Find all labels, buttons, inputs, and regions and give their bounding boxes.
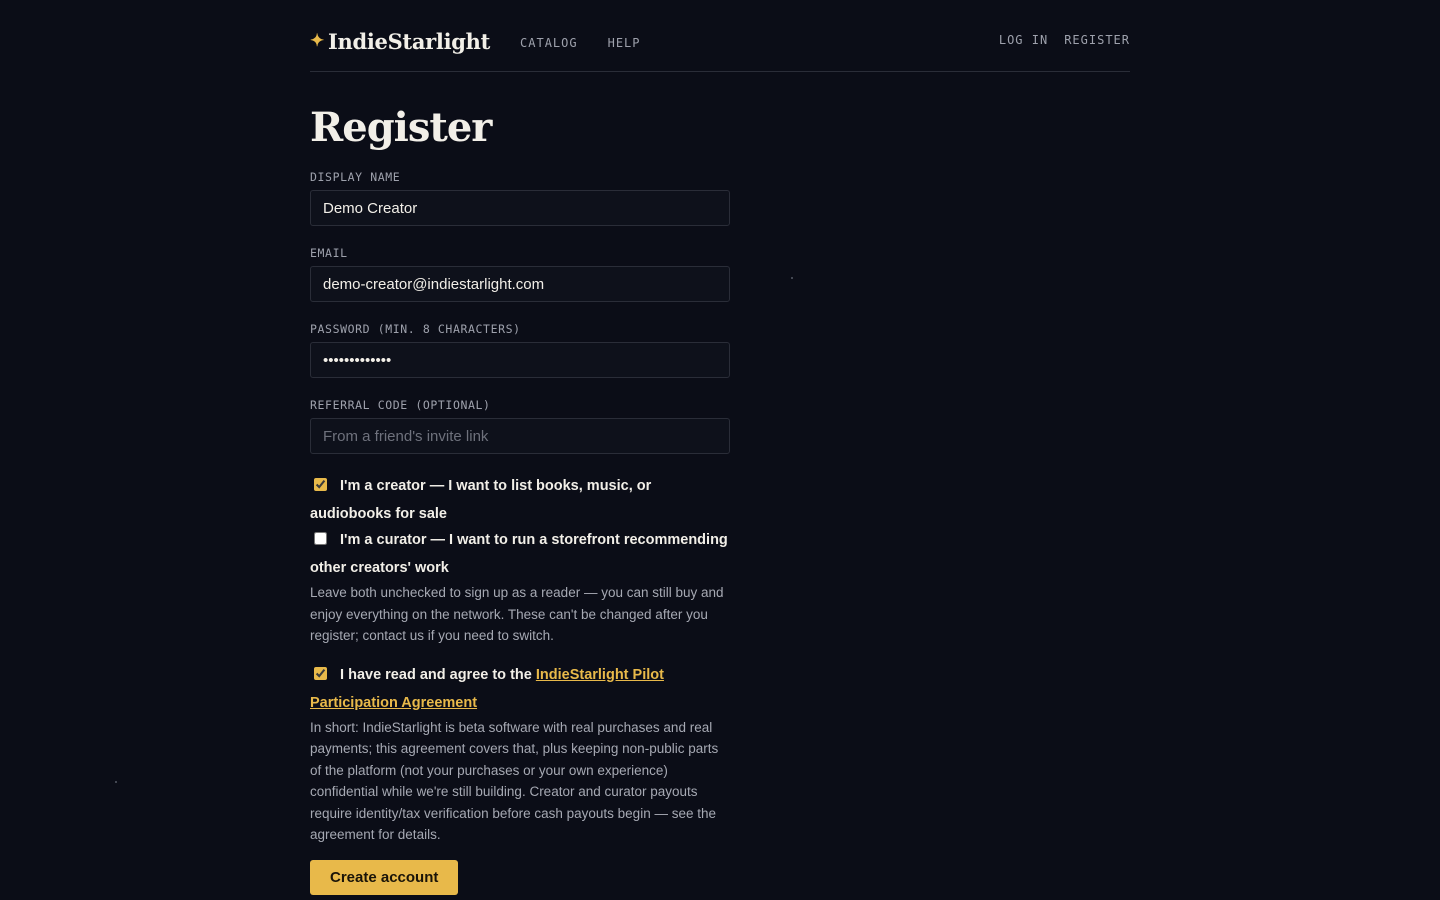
main-nav: CATALOG HELP (520, 36, 670, 50)
nav-catalog-link[interactable]: CATALOG (520, 36, 578, 50)
site-header: ✦ IndieStarlight CATALOG HELP LOG IN REG… (310, 26, 1130, 72)
brand-name: IndieStarlight (327, 28, 491, 54)
decorative-dot (115, 781, 117, 783)
password-input[interactable] (310, 342, 730, 378)
agree-checkbox[interactable] (314, 666, 327, 680)
referral-input[interactable] (310, 418, 730, 454)
agree-label-prefix: I have read and agree to the (340, 666, 536, 683)
auth-nav: LOG IN REGISTER (999, 33, 1130, 47)
creator-check-row: I'm a creator — I want to list books, mu… (310, 472, 730, 528)
referral-group: REFERRAL CODE (OPTIONAL) (310, 398, 730, 454)
agree-check-row: I have read and agree to the IndieStarli… (310, 661, 730, 717)
email-input[interactable] (310, 266, 730, 302)
display-name-group: DISPLAY NAME (310, 170, 730, 226)
email-group: EMAIL (310, 246, 730, 302)
curator-checkbox[interactable] (314, 532, 327, 545)
display-name-label: DISPLAY NAME (310, 170, 401, 184)
creator-checkbox[interactable] (314, 478, 327, 491)
brand-logo[interactable]: ✦ IndieStarlight (310, 29, 490, 54)
star-icon: ✦ (310, 30, 324, 51)
curator-check-row: I'm a curator — I want to run a storefro… (310, 526, 730, 582)
password-group: PASSWORD (MIN. 8 CHARACTERS) (310, 322, 730, 378)
creator-check-label[interactable]: I'm a creator — I want to list books, mu… (310, 478, 651, 522)
register-form: DISPLAY NAME EMAIL PASSWORD (MIN. 8 CHAR… (310, 170, 730, 895)
role-help-text: Leave both unchecked to sign up as a rea… (310, 585, 724, 643)
create-account-button[interactable]: Create account (310, 859, 459, 895)
terms-help-text: In short: IndieStarlight is beta softwar… (310, 719, 719, 843)
email-label: EMAIL (310, 246, 348, 260)
page-title: Register (310, 104, 492, 151)
login-link[interactable]: LOG IN (999, 33, 1048, 47)
decorative-dot (791, 277, 793, 279)
nav-help-link[interactable]: HELP (608, 36, 641, 50)
password-label: PASSWORD (MIN. 8 CHARACTERS) (310, 322, 521, 336)
agree-check-label[interactable]: I have read and agree to the IndieStarli… (310, 667, 664, 711)
referral-label: REFERRAL CODE (OPTIONAL) (310, 398, 491, 412)
page: ✦ IndieStarlight CATALOG HELP LOG IN REG… (310, 0, 1130, 895)
display-name-input[interactable] (310, 190, 730, 226)
register-link[interactable]: REGISTER (1064, 33, 1130, 47)
curator-check-label[interactable]: I'm a curator — I want to run a storefro… (310, 532, 728, 576)
